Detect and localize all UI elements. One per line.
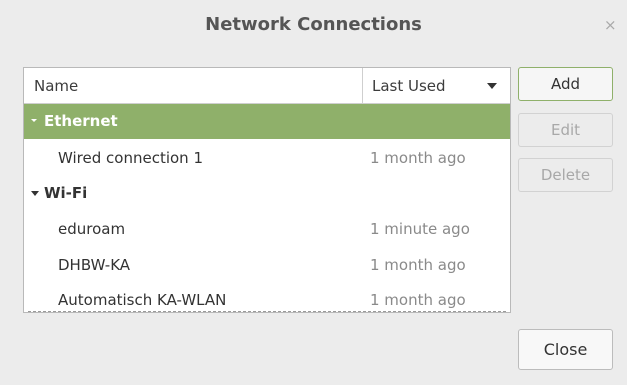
- close-window-icon[interactable]: ×: [604, 16, 617, 34]
- connections-list[interactable]: Name Last Used Ethernet Wired connection…: [23, 67, 511, 313]
- last-used-value: 1 month ago: [370, 291, 466, 309]
- last-used-value: 1 minute ago: [370, 220, 470, 238]
- list-item[interactable]: Automatisch KA-WLAN 1 month ago: [24, 283, 510, 312]
- add-button[interactable]: Add: [518, 67, 613, 101]
- sort-down-icon[interactable]: [487, 83, 497, 89]
- connection-name: eduroam: [58, 220, 126, 238]
- column-header-name[interactable]: Name: [34, 77, 78, 95]
- group-row-ethernet[interactable]: Ethernet: [24, 104, 510, 139]
- connection-name: Wired connection 1: [58, 149, 203, 167]
- delete-button[interactable]: Delete: [518, 158, 613, 192]
- expander-icon[interactable]: [31, 119, 37, 122]
- network-connections-window: Network Connections × Name Last Used Eth…: [0, 0, 627, 385]
- list-header: Name Last Used: [24, 68, 510, 104]
- expander-icon[interactable]: [31, 191, 39, 196]
- group-label: Ethernet: [44, 112, 118, 130]
- scroll-cut-line: [28, 311, 506, 312]
- last-used-value: 1 month ago: [370, 149, 466, 167]
- connection-name: DHBW-KA: [58, 256, 131, 274]
- connection-name: Automatisch KA-WLAN: [58, 291, 227, 309]
- last-used-value: 1 month ago: [370, 256, 466, 274]
- group-row-wifi[interactable]: Wi-Fi: [24, 176, 510, 211]
- group-label: Wi-Fi: [44, 184, 88, 202]
- column-divider: [362, 68, 363, 103]
- list-item[interactable]: Wired connection 1 1 month ago: [24, 141, 510, 176]
- list-item[interactable]: eduroam 1 minute ago: [24, 212, 510, 247]
- edit-button[interactable]: Edit: [518, 113, 613, 147]
- window-title: Network Connections: [205, 14, 422, 35]
- close-button[interactable]: Close: [518, 329, 613, 370]
- list-item[interactable]: DHBW-KA 1 month ago: [24, 248, 510, 283]
- column-header-last-used[interactable]: Last Used: [372, 77, 446, 95]
